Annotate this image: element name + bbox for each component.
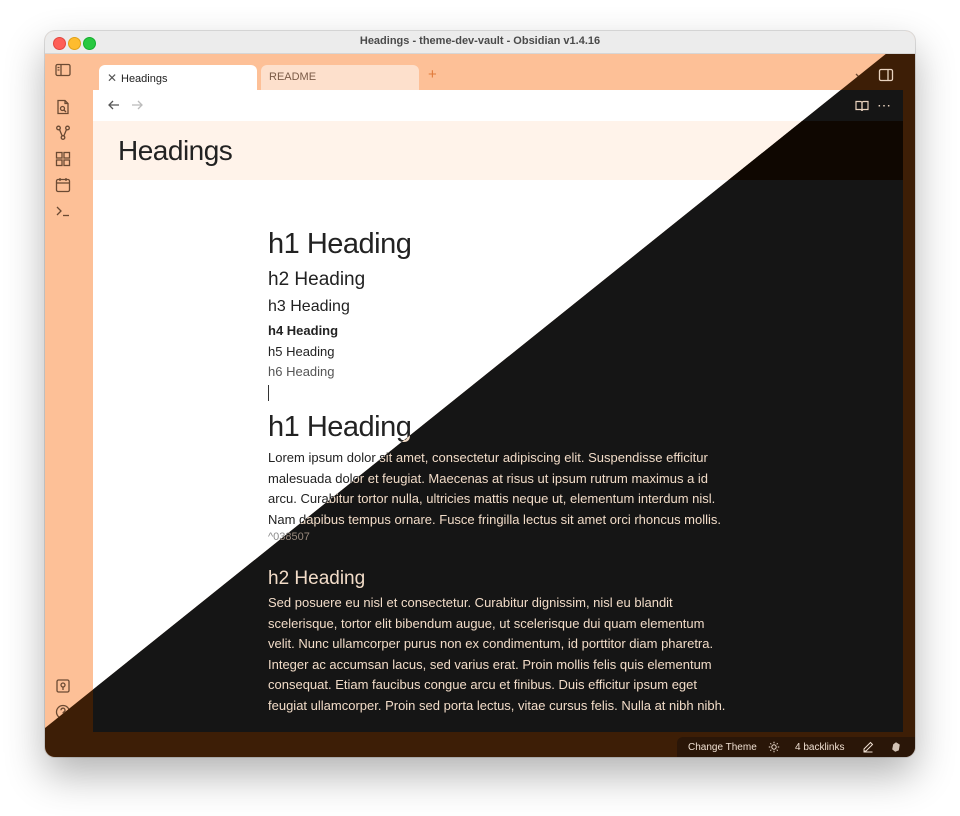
new-tab-plus-icon[interactable]: + (428, 66, 437, 83)
canvas-icon[interactable] (54, 150, 72, 168)
window-title: Headings - theme-dev-vault - Obsidian v1… (359, 35, 601, 47)
close-tab-icon[interactable]: ✕ (107, 71, 117, 85)
reading-view-book-icon[interactable] (855, 99, 869, 113)
section-heading-h2: h2 Heading (268, 568, 366, 589)
sync-status-icon[interactable] (890, 741, 902, 753)
graph-view-icon[interactable] (54, 124, 72, 142)
tab-readme[interactable]: README (261, 65, 419, 90)
tab-label: Headings (121, 73, 168, 85)
paragraph-line: Integer ac accumsan lacus, sed varius er… (268, 656, 712, 672)
tab-headings[interactable]: ✕ Headings (99, 65, 257, 90)
vault-switcher-icon[interactable] (54, 677, 72, 695)
change-theme-button[interactable]: Change Theme (688, 742, 757, 753)
open-quick-switcher-icon[interactable] (54, 98, 72, 116)
text-cursor (268, 385, 269, 401)
app-window: Headings - theme-dev-vault - Obsidian v1… (45, 31, 915, 757)
backlinks-count[interactable]: 4 backlinks (795, 742, 844, 753)
paragraph-line: velit. Nunc ullamcorper purus non ex con… (268, 636, 714, 652)
title-bar: Headings - theme-dev-vault - Obsidian v1… (45, 31, 915, 54)
heading-h2: h2 Heading (268, 269, 366, 290)
navigate-forward-arrow-icon[interactable] (130, 98, 144, 112)
more-options-icon[interactable]: ⋯ (877, 97, 891, 114)
dark-status-bar: Change Theme 4 backlinks (677, 737, 915, 757)
paragraph-line: consequat. Etiam faucibus congue arcu et… (268, 677, 697, 693)
left-ribbon (45, 53, 82, 757)
right-sidebar-toggle-icon[interactable] (878, 67, 894, 83)
command-palette-icon[interactable] (54, 202, 72, 220)
paragraph-2: Sed posuere eu nisl et consectetur. Cura… (268, 593, 738, 717)
sun-icon[interactable] (768, 741, 780, 753)
edit-mode-pencil-icon[interactable] (862, 741, 874, 753)
heading-h3: h3 Heading (268, 298, 350, 315)
tab-label: README (269, 71, 317, 83)
heading-h6: h6 Heading (268, 364, 335, 379)
heading-h5: h5 Heading (268, 344, 335, 359)
calendar-icon[interactable] (54, 176, 72, 194)
heading-h1: h1 Heading (268, 228, 412, 260)
section-heading-h1: h1 Heading (268, 411, 412, 443)
navigate-back-arrow-icon[interactable] (107, 98, 121, 112)
heading-h4: h4 Heading (268, 323, 339, 338)
inline-title[interactable]: Headings (118, 135, 233, 167)
paragraph-line: feugiat ullamcorper. Proin sed porta lec… (268, 697, 726, 713)
paragraph-line: Sed posuere eu nisl et consectetur. Cura… (268, 595, 673, 610)
paragraph-line: scelerisque, tortor elit bibendum augue,… (268, 615, 705, 631)
paragraph-line: Nam dapibus tempus ornare. Fusce fringil… (268, 511, 722, 527)
sidebar-toggle-icon[interactable] (54, 61, 72, 79)
